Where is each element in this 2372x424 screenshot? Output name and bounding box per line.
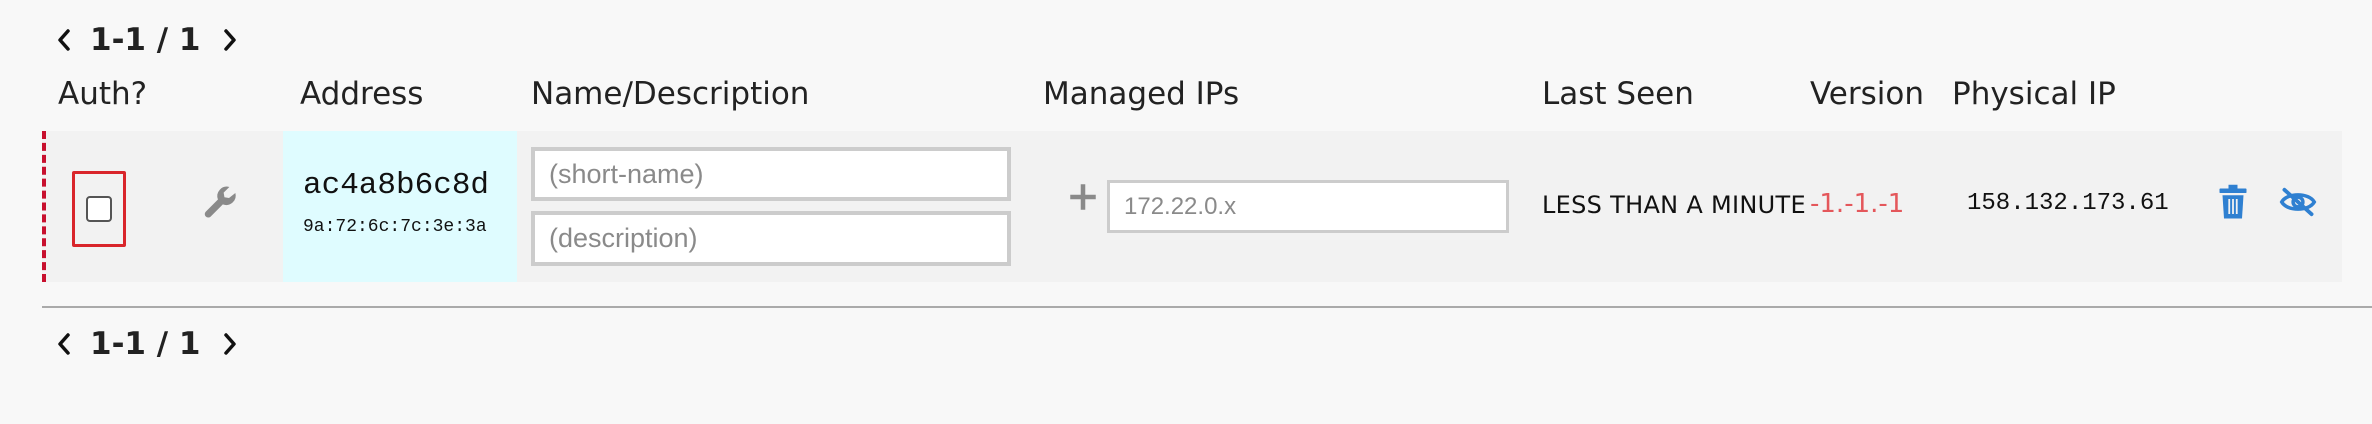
header-name-description: Name/Description — [531, 76, 810, 112]
header-address: Address — [300, 76, 424, 112]
chevron-left-icon[interactable] — [50, 330, 78, 358]
physical-ip-value: 158.132.173.61 — [1967, 190, 2169, 217]
version-value: -1.-1.-1 — [1810, 189, 1905, 219]
pager-bottom: 1-1 / 1 — [50, 326, 244, 362]
trash-icon[interactable] — [2218, 184, 2248, 220]
auth-checkbox-highlight[interactable] — [72, 171, 126, 247]
header-physical-ip: Physical IP — [1952, 76, 2116, 112]
last-seen-value: LESS THAN A MINUTE — [1542, 191, 1806, 219]
header-version: Version — [1810, 76, 1924, 112]
short-name-input[interactable] — [531, 147, 1011, 201]
table-divider — [42, 306, 2372, 308]
header-auth: Auth? — [58, 76, 148, 112]
plus-icon[interactable] — [1066, 180, 1100, 214]
unauthorized-row-marker — [42, 131, 46, 282]
eye-slash-icon[interactable] — [2279, 187, 2317, 217]
header-last-seen: Last Seen — [1542, 76, 1694, 112]
pager-label: 1-1 / 1 — [90, 326, 201, 362]
header-managed-ips: Managed IPs — [1043, 76, 1240, 112]
pager-top: 1-1 / 1 — [50, 22, 244, 58]
member-mac: 9a:72:6c:7c:3e:3a — [303, 217, 487, 237]
pager-label: 1-1 / 1 — [90, 22, 201, 58]
chevron-right-icon[interactable] — [216, 26, 244, 54]
member-address: ac4a8b6c8d — [303, 168, 490, 203]
address-cell — [283, 131, 517, 282]
chevron-right-icon[interactable] — [216, 330, 244, 358]
chevron-left-icon[interactable] — [50, 26, 78, 54]
managed-ip-input[interactable] — [1107, 180, 1509, 233]
description-input[interactable] — [531, 211, 1011, 266]
wrench-icon[interactable] — [201, 183, 239, 221]
auth-checkbox[interactable] — [86, 196, 112, 222]
